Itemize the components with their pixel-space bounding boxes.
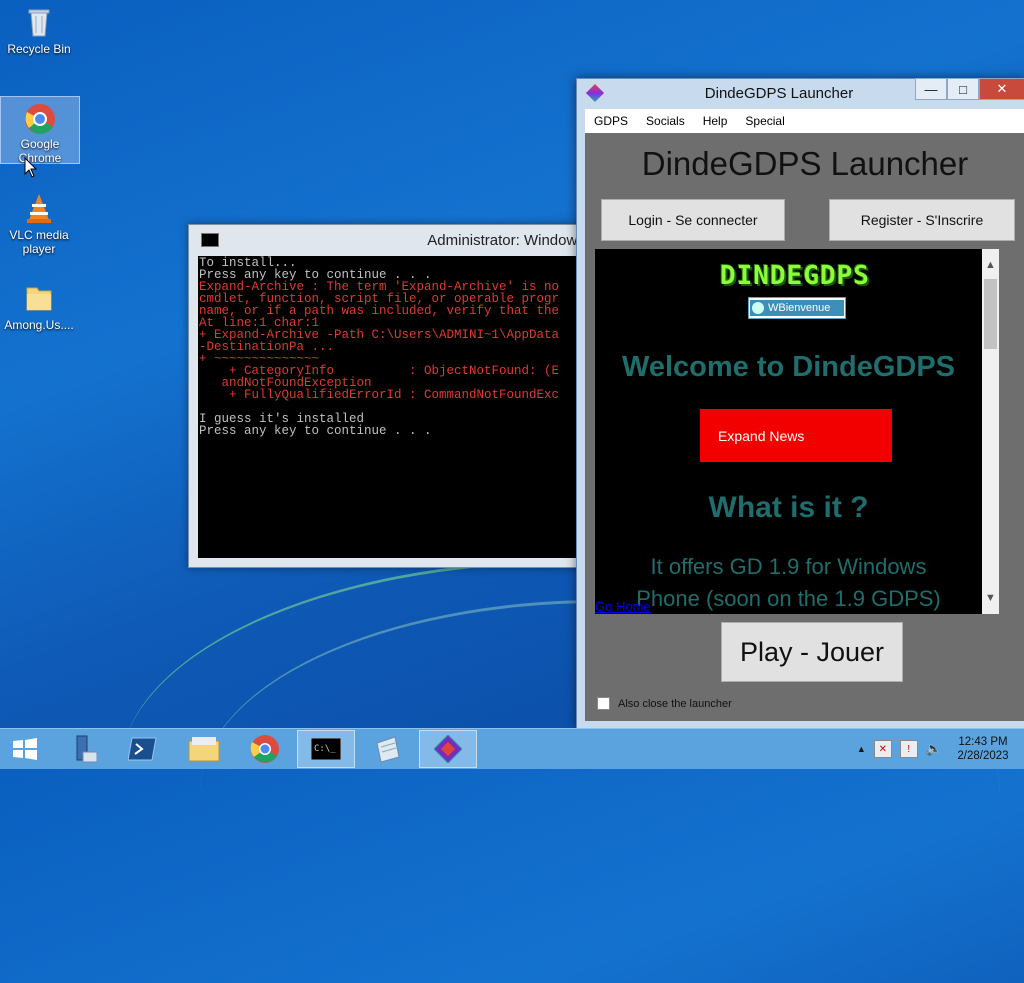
show-hidden-icons-icon[interactable]: ▲: [857, 744, 866, 754]
login-button[interactable]: Login - Se connecter: [601, 199, 785, 241]
start-button[interactable]: [0, 730, 50, 768]
system-tray: ▲ ✕ ! 🔈 12:43 PM 2/28/2023: [857, 729, 1024, 769]
notepad-icon: [376, 736, 400, 763]
clock-time: 12:43 PM: [958, 736, 1008, 748]
desktop-icon-label: Google Chrome: [18, 137, 62, 165]
action-center-flag-icon[interactable]: ✕: [873, 740, 892, 758]
command-prompt-icon: C:\_: [311, 738, 341, 760]
taskbar-server-manager[interactable]: [53, 730, 111, 768]
offers-text-line1: It offers GD 1.9 for Windows: [650, 554, 927, 579]
mouse-cursor-icon: [24, 156, 38, 184]
close-launcher-checkbox[interactable]: [597, 697, 610, 710]
dindegdps-app-icon: [585, 83, 605, 103]
desktop-icon-google-chrome[interactable]: Google Chrome: [0, 96, 80, 165]
menu-help[interactable]: Help: [694, 114, 737, 128]
close-launcher-checkbox-row[interactable]: Also close the launcher: [597, 697, 732, 710]
scrollbar-thumb[interactable]: [984, 279, 997, 349]
svg-text:C:\_: C:\_: [314, 744, 336, 754]
cmd-title-bar[interactable]: Administrator: Windows P: [189, 225, 599, 255]
minimize-button[interactable]: —: [915, 78, 947, 100]
menu-gdps[interactable]: GDPS: [585, 114, 637, 128]
go-home-link[interactable]: Go Home: [595, 599, 651, 614]
news-web-view[interactable]: DINDEGDPS WBienvenue Welcome to DindeGDP…: [595, 249, 999, 614]
taskbar-file-explorer[interactable]: [175, 730, 233, 768]
folder-icon: [23, 282, 55, 314]
launcher-window-title: DindeGDPS Launcher: [704, 84, 854, 102]
desktop-icon-among-us-folder[interactable]: Among.Us....: [0, 276, 78, 332]
taskbar-notepad[interactable]: [358, 730, 416, 768]
powershell-icon: [128, 737, 157, 761]
taskbar-clock[interactable]: 12:43 PM 2/28/2023: [950, 735, 1016, 763]
desktop-icon-vlc[interactable]: VLC media player: [0, 186, 78, 256]
console-icon: [201, 233, 219, 247]
taskbar-chrome[interactable]: [236, 730, 294, 768]
offers-text-line2: Phone (soon on the 1.9 GDPS): [636, 586, 941, 611]
cmd-console-output[interactable]: To install... Press any key to continue …: [198, 256, 589, 558]
network-icon[interactable]: !: [899, 740, 918, 758]
launcher-client-area: DindeGDPS Launcher Login - Se connecter …: [585, 133, 1024, 721]
taskbar-command-prompt[interactable]: C:\_: [297, 730, 355, 768]
console-error-text: Expand-Archive : The term 'Expand-Archiv…: [199, 280, 560, 402]
cmd-window-title: Administrator: Windows P: [427, 231, 599, 249]
launcher-heading: DindeGDPS Launcher: [641, 145, 969, 182]
console-text: I guess it's installed Press any key to …: [199, 412, 432, 438]
what-is-it-heading: What is it ?: [708, 491, 869, 524]
console-text: To install... Press any key to continue …: [199, 256, 432, 282]
register-button[interactable]: Register - S'Inscrire: [829, 199, 1015, 241]
desktop-icon-label: Among.Us....: [4, 318, 74, 332]
taskbar: C:\_ ▲ ✕ ! 🔈 12:43 PM 2/28/2023: [0, 728, 1024, 769]
chrome-icon: [250, 735, 279, 763]
play-button[interactable]: Play - Jouer: [721, 622, 903, 682]
clock-date: 2/28/2023: [957, 750, 1009, 762]
scroll-up-arrow-icon[interactable]: ▲: [985, 259, 996, 271]
dindegdps-logo: DINDEGDPS: [720, 261, 870, 291]
taskbar-powershell[interactable]: [114, 730, 172, 768]
file-explorer-icon: [188, 737, 220, 762]
vlc-cone-icon: [23, 192, 55, 224]
dindegdps-icon: [434, 735, 462, 763]
close-button[interactable]: ✕: [979, 78, 1024, 100]
server-manager-icon: [76, 735, 97, 763]
expand-news-button[interactable]: Expand News: [700, 409, 892, 462]
desktop-icon-label: VLC media player: [9, 228, 69, 256]
menu-special[interactable]: Special: [736, 114, 793, 128]
welcome-badge: WBienvenue: [748, 297, 846, 319]
desktop-icon-recycle-bin[interactable]: Recycle Bin: [0, 0, 78, 56]
volume-muted-icon[interactable]: 🔈: [926, 741, 942, 757]
close-launcher-label: Also close the launcher: [618, 697, 732, 710]
cmd-window[interactable]: Administrator: Windows P To install... P…: [188, 224, 599, 568]
launcher-title-bar[interactable]: DindeGDPS Launcher — □ ✕: [577, 78, 1024, 107]
chrome-icon: [24, 103, 56, 135]
recycle-bin-icon: [23, 6, 55, 38]
desktop-icon-label: Recycle Bin: [7, 42, 71, 56]
launcher-menu-bar: GDPS Socials Help Special: [585, 109, 1024, 133]
wave-icon: [752, 302, 764, 314]
maximize-button[interactable]: □: [947, 78, 979, 100]
web-scrollbar[interactable]: ▲ ▼: [982, 249, 999, 614]
welcome-badge-text: WBienvenue: [768, 302, 831, 314]
scroll-down-arrow-icon[interactable]: ▼: [985, 592, 996, 604]
menu-socials[interactable]: Socials: [637, 114, 694, 128]
windows-logo-icon: [13, 738, 37, 760]
launcher-window[interactable]: DindeGDPS Launcher — □ ✕ GDPS Socials He…: [576, 78, 1024, 730]
welcome-heading: Welcome to DindeGDPS: [621, 351, 956, 383]
taskbar-dindegdps-launcher[interactable]: [419, 730, 477, 768]
